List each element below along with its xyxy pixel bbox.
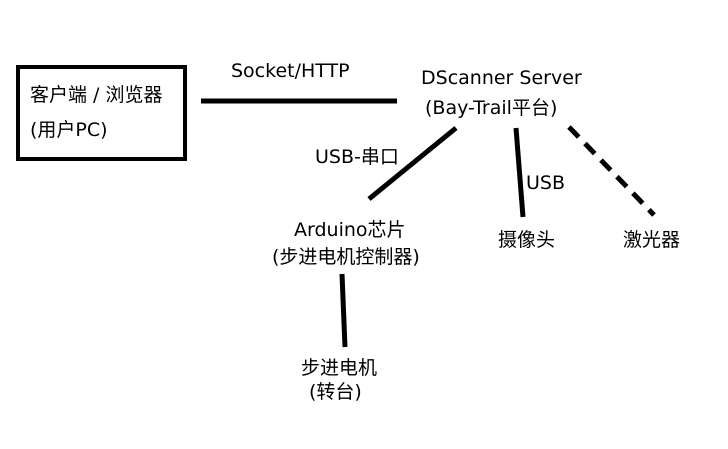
- edge-label-usb: USB: [526, 172, 566, 194]
- edge-label-usb-serial: USB-串口: [315, 146, 399, 168]
- motor-sublabel: (转台): [309, 381, 362, 403]
- client-node-box: [16, 65, 187, 161]
- client-label: 客户端 / 浏览器: [30, 84, 163, 106]
- edge-server-camera: [513, 127, 526, 218]
- client-sublabel: (用户PC): [30, 119, 108, 141]
- motor-label: 步进电机: [301, 357, 378, 379]
- camera-label: 摄像头: [498, 229, 556, 251]
- edge-label-socket-http: Socket/HTTP: [231, 60, 350, 82]
- laser-label: 激光器: [623, 229, 681, 251]
- arduino-label: Arduino芯片: [294, 219, 406, 241]
- edge-arduino-motor: [339, 273, 348, 348]
- server-label: DScanner Server: [421, 67, 582, 89]
- server-sublabel: (Bay-Trail平台): [425, 97, 558, 119]
- edge-server-laser: [567, 125, 656, 217]
- arduino-sublabel: (步进电机控制器): [272, 246, 420, 268]
